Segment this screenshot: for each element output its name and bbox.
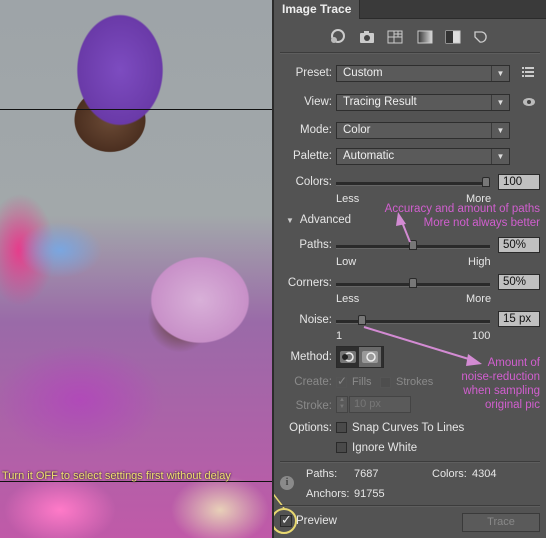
divider — [280, 461, 540, 463]
paths-annotation-line: More not always better — [423, 217, 540, 229]
ignore-white-checkbox[interactable] — [336, 442, 347, 453]
paths-slider-thumb[interactable] — [409, 240, 417, 250]
panel-tab-bar: Image Trace — [274, 0, 546, 19]
stats-colors-value: 4304 — [472, 468, 497, 480]
preset-dropdown[interactable]: Custom ▼ — [336, 65, 510, 82]
corners-max-label: More — [466, 293, 492, 305]
preset-manager-icon[interactable] — [522, 67, 534, 80]
preset-label: Preset: — [295, 67, 332, 79]
palette-dropdown[interactable]: Automatic ▼ — [336, 148, 510, 165]
preview-annotation: Turn it OFF to select settings first wit… — [2, 470, 231, 482]
method-toggle — [336, 346, 384, 368]
black-white-icon[interactable] — [444, 28, 462, 46]
view-label: View: — [304, 96, 332, 108]
view-value: Tracing Result — [343, 96, 417, 108]
noise-label: Noise: — [299, 314, 332, 326]
grayscale-icon[interactable] — [416, 28, 434, 46]
colors-slider-thumb[interactable] — [482, 177, 490, 187]
divider — [280, 52, 540, 54]
stats-colors-label: Colors: — [432, 468, 467, 480]
divider — [280, 505, 540, 507]
noise-slider[interactable] — [336, 315, 490, 325]
low-color-icon[interactable] — [386, 28, 404, 46]
stats-anchors-value: 91755 — [354, 488, 385, 500]
noise-slider-thumb[interactable] — [357, 315, 366, 325]
corners-slider-thumb[interactable] — [409, 278, 417, 288]
advanced-toggle[interactable]: ▼ Advanced — [286, 214, 351, 226]
snap-curves-label: Snap Curves To Lines — [352, 422, 465, 434]
traced-image-preview — [0, 0, 272, 538]
strokes-label: Strokes — [396, 376, 434, 388]
view-dropdown[interactable]: Tracing Result ▼ — [336, 94, 510, 111]
colors-label: Colors: — [295, 176, 332, 188]
noise-annotation: Amount of noise-reduction when sampling … — [461, 356, 540, 412]
noise-max-label: 100 — [472, 330, 491, 342]
paths-label: Paths: — [299, 239, 332, 251]
stats-paths-label: Paths: — [306, 468, 338, 480]
info-icon: i — [280, 476, 294, 490]
chevron-down-icon: ▼ — [491, 123, 509, 138]
advanced-label: Advanced — [299, 214, 352, 226]
palette-value: Automatic — [343, 150, 395, 162]
paths-max-label: High — [468, 256, 491, 268]
checkmark-icon: ✓ — [281, 512, 292, 527]
options-label: Options: — [289, 422, 332, 434]
colors-input[interactable]: 100 — [498, 174, 540, 190]
method-overlapping-button[interactable] — [359, 347, 381, 367]
outline-icon[interactable] — [472, 28, 490, 46]
preset-icon-bar — [274, 28, 546, 48]
preview-checkbox[interactable]: ✓ — [280, 512, 292, 527]
stroke-label: Stroke: — [295, 400, 332, 412]
stroke-input[interactable]: 10 px — [349, 396, 411, 413]
paths-annotation-line: Accuracy and amount of paths — [384, 203, 540, 215]
preset-value: Custom — [343, 67, 383, 79]
strokes-checkbox[interactable] — [380, 377, 391, 388]
fills-label: Fills — [352, 376, 372, 388]
noise-annotation-line: Amount of — [487, 357, 540, 369]
corners-label: Corners: — [287, 277, 332, 289]
colors-min-label: Less — [336, 193, 360, 205]
snap-curves-checkbox[interactable] — [336, 422, 347, 433]
paths-min-label: Low — [336, 256, 357, 268]
noise-min-label: 1 — [336, 330, 343, 342]
colors-slider[interactable] — [336, 177, 490, 187]
chevron-down-icon: ▼ — [491, 149, 509, 164]
tab-image-trace[interactable]: Image Trace — [274, 0, 361, 19]
stroke-stepper[interactable]: ▲ ▼ — [336, 396, 348, 413]
chevron-down-icon: ▼ — [491, 66, 509, 81]
mode-dropdown[interactable]: Color ▼ — [336, 122, 510, 139]
trace-button[interactable]: Trace — [462, 513, 540, 532]
palette-label: Palette: — [293, 150, 332, 162]
noise-annotation-line: noise-reduction — [461, 371, 540, 383]
high-color-icon[interactable] — [358, 28, 376, 46]
paths-annotation: Accuracy and amount of paths More not al… — [385, 202, 540, 230]
guide-line — [0, 109, 272, 110]
corners-input[interactable]: 50% — [498, 274, 540, 290]
auto-color-icon[interactable] — [328, 28, 346, 46]
paths-input[interactable]: 50% — [498, 237, 540, 253]
preview-label: Preview — [296, 515, 337, 527]
method-abutting-button[interactable] — [337, 347, 359, 367]
mode-label: Mode: — [300, 124, 332, 136]
noise-annotation-line: when sampling — [463, 385, 540, 397]
image-trace-panel: Image Trace Preset: Custom ▼ View: Traci… — [272, 0, 546, 538]
chevron-down-icon: ▼ — [491, 95, 509, 110]
stats-anchors-label: Anchors: — [306, 488, 350, 500]
create-label: Create: — [294, 376, 332, 388]
corners-slider[interactable] — [336, 278, 490, 288]
fills-checkbox[interactable]: ✓ — [336, 374, 348, 388]
eye-icon[interactable] — [522, 97, 536, 110]
noise-input[interactable]: 15 px — [498, 311, 540, 327]
paths-slider[interactable] — [336, 240, 490, 250]
ignore-white-label: Ignore White — [352, 442, 418, 454]
noise-annotation-line: original pic — [485, 399, 540, 411]
corners-min-label: Less — [336, 293, 360, 305]
disclosure-triangle-icon: ▼ — [286, 215, 294, 225]
method-label: Method: — [290, 351, 332, 363]
stats-paths-value: 7687 — [354, 468, 379, 480]
checkmark-icon: ✓ — [337, 374, 348, 388]
mode-value: Color — [343, 124, 371, 136]
